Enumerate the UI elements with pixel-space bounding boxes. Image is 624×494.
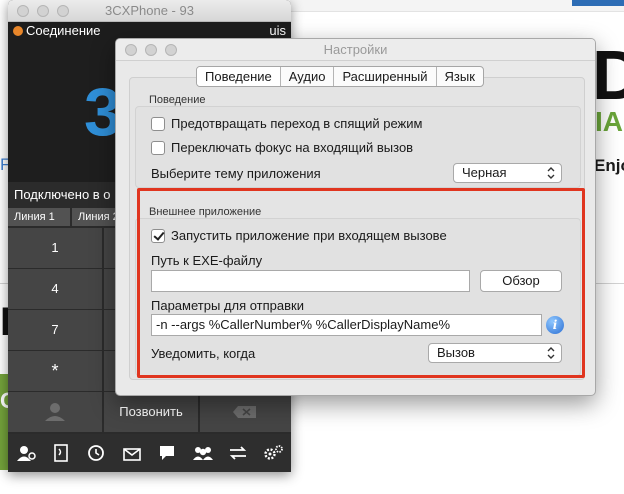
theme-select-value: Черная	[462, 165, 507, 180]
key-1[interactable]: 1	[8, 228, 102, 268]
prevent-sleep-checkbox[interactable]	[151, 116, 165, 131]
launch-app-checkbox[interactable]	[151, 228, 165, 243]
prevent-sleep-label: Предотвращать переход в спящий режим	[171, 116, 423, 131]
voicemail-icon[interactable]	[121, 443, 143, 463]
settings-titlebar: Настройки	[116, 39, 595, 61]
info-icon[interactable]: i	[546, 316, 564, 334]
settings-person-icon[interactable]	[15, 443, 37, 463]
transfer-icon[interactable]	[227, 443, 249, 463]
switch-focus-option[interactable]: Переключать фокус на входящий вызов	[151, 140, 413, 155]
behavior-group: Предотвращать переход в спящий режим Пер…	[135, 106, 581, 188]
status-dot-icon	[13, 26, 23, 36]
params-label: Параметры для отправки	[151, 298, 304, 313]
theme-select[interactable]: Черная	[453, 163, 562, 183]
phone-minimize-button[interactable]	[37, 5, 49, 17]
launch-app-option[interactable]: Запустить приложение при входящем вызове	[151, 228, 447, 243]
line-tab-1[interactable]: Линия 1	[8, 208, 70, 226]
backspace-button[interactable]	[200, 392, 291, 432]
external-app-section-label: Внешнее приложение	[149, 206, 262, 218]
phone-titlebar: 3CXPhone - 93	[8, 0, 291, 22]
settings-minimize-button[interactable]	[145, 44, 157, 56]
chevron-updown-icon	[547, 167, 555, 179]
chevron-updown-icon	[547, 347, 555, 359]
settings-close-button[interactable]	[125, 44, 137, 56]
theme-label: Выберите тему приложения	[151, 166, 321, 181]
browse-button[interactable]: Обзор	[480, 270, 562, 292]
tab-panel-behavior: Поведение Предотвращать переход в спящий…	[129, 77, 585, 380]
connection-status: Соединение	[26, 23, 101, 38]
phone-toolbar	[8, 434, 291, 472]
settings-tabs: Поведение Аудио Расширенный Язык	[196, 66, 484, 87]
call-button[interactable]: Позвонить	[104, 392, 198, 432]
web-green-text-fragment: IAC	[595, 106, 624, 137]
notify-select-value: Вызов	[437, 345, 475, 360]
switch-focus-label: Переключать фокус на входящий вызов	[171, 140, 414, 155]
tab-advanced[interactable]: Расширенный	[333, 67, 435, 86]
connected-text: Подключено в о	[14, 187, 111, 202]
launch-app-label: Запустить приложение при входящем вызове	[171, 228, 447, 243]
chat-icon[interactable]	[156, 443, 178, 463]
key-4[interactable]: 4	[8, 269, 102, 309]
phone-zoom-button[interactable]	[57, 5, 69, 17]
notify-label: Уведомить, когда	[151, 346, 256, 361]
prevent-sleep-option[interactable]: Предотвращать переход в спящий режим	[151, 116, 422, 131]
tab-audio[interactable]: Аудио	[279, 67, 334, 86]
tab-language[interactable]: Язык	[435, 67, 483, 86]
switch-focus-checkbox[interactable]	[151, 140, 165, 155]
key-7[interactable]: 7	[8, 310, 102, 350]
tab-behavior[interactable]: Поведение	[197, 67, 280, 86]
phone-close-button[interactable]	[17, 5, 29, 17]
behavior-section-label: Поведение	[149, 94, 206, 106]
account-name: uis	[269, 23, 286, 38]
backspace-icon	[233, 406, 256, 418]
history-clock-icon[interactable]	[85, 443, 107, 463]
settings-title: Настройки	[323, 42, 388, 57]
settings-zoom-button[interactable]	[165, 44, 177, 56]
external-app-group: Запустить приложение при входящем вызове…	[135, 218, 581, 376]
params-input[interactable]: -n --args %CallerNumber% %CallerDisplayN…	[151, 314, 542, 336]
web-tagline-fragment: Enjo	[594, 156, 624, 175]
exe-path-label: Путь к EXE-файлу	[151, 253, 263, 268]
web-header-strip	[290, 0, 624, 12]
web-header-accent	[572, 0, 624, 6]
exe-path-input[interactable]	[151, 270, 470, 292]
contact-button[interactable]	[8, 392, 102, 432]
person-icon	[45, 403, 65, 421]
web-heading-fragment: D	[592, 36, 624, 114]
notify-select[interactable]: Вызов	[428, 343, 562, 363]
contacts-book-icon[interactable]	[50, 443, 72, 463]
conference-icon[interactable]	[192, 443, 214, 463]
settings-dialog: Настройки Поведение Предотвращать перехо…	[115, 38, 596, 396]
key-star[interactable]: *	[8, 351, 102, 391]
options-gear-icon[interactable]	[262, 443, 284, 463]
